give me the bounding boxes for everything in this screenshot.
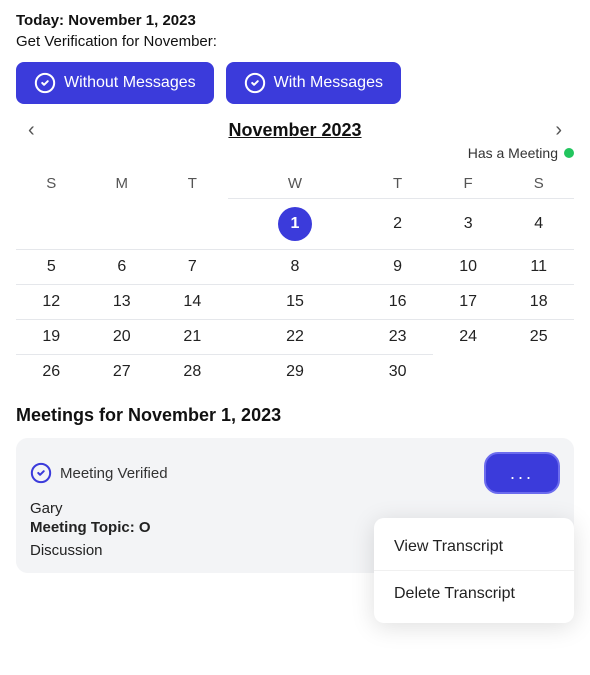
calendar-day-cell [87, 199, 158, 250]
calendar-day-cell[interactable]: 21 [157, 320, 228, 355]
calendar-day-cell[interactable]: 7 [157, 250, 228, 285]
weekday-header-cell: M [87, 169, 158, 199]
today-label: Today: November 1, 2023 [16, 12, 574, 29]
today-date: November 1, 2023 [68, 12, 196, 29]
today-day-highlight: 1 [278, 207, 312, 241]
topic-value: O [139, 519, 151, 536]
next-month-button[interactable]: › [543, 115, 574, 146]
meeting-card-area: Meeting Verified ... Gary Meeting Topic:… [16, 438, 574, 573]
options-button[interactable]: ... [484, 452, 560, 494]
calendar-day-cell[interactable]: 16 [362, 285, 433, 320]
calendar-day-cell[interactable]: 27 [87, 355, 158, 390]
meeting-indicator-dot [564, 148, 574, 158]
calendar-day-cell[interactable]: 8 [228, 250, 363, 285]
calendar-day-cell[interactable]: 18 [503, 285, 574, 320]
verified-label: Meeting Verified [60, 465, 168, 482]
calendar-day-cell[interactable]: 9 [362, 250, 433, 285]
topic-prefix: Meeting Topic: [30, 519, 139, 536]
calendar-day-cell[interactable]: 14 [157, 285, 228, 320]
without-messages-button[interactable]: Without Messages [16, 62, 214, 104]
top-section: Today: November 1, 2023 Get Verification… [0, 0, 590, 104]
meetings-section: Meetings for November 1, 2023 Meeting Ve… [0, 389, 590, 573]
card-top-row: Meeting Verified ... [30, 452, 560, 494]
calendar-day-cell[interactable]: 28 [157, 355, 228, 390]
weekday-header-cell: S [503, 169, 574, 199]
dropdown-item[interactable]: Delete Transcript [374, 571, 574, 617]
calendar-day-cell[interactable]: 26 [16, 355, 87, 390]
meeting-name: Gary [30, 500, 560, 517]
meetings-title: Meetings for November 1, 2023 [16, 405, 574, 426]
calendar-day-cell[interactable]: 11 [503, 250, 574, 285]
verify-label: Get Verification for November: [16, 33, 574, 50]
calendar-week-row: 12131415161718 [16, 285, 574, 320]
calendar-week-row: 2627282930 [16, 355, 574, 390]
without-messages-label: Without Messages [64, 74, 196, 92]
calendar-day-cell[interactable]: 10 [433, 250, 504, 285]
calendar-month-title: November 2023 [228, 120, 361, 141]
calendar-week-row: 567891011 [16, 250, 574, 285]
calendar-day-cell[interactable]: 13 [87, 285, 158, 320]
calendar-day-cell[interactable]: 6 [87, 250, 158, 285]
weekday-header-cell: S [16, 169, 87, 199]
calendar-section: ‹ November 2023 › Has a Meeting SMTWTFS … [0, 120, 590, 389]
calendar-nav: ‹ November 2023 › [16, 120, 574, 141]
with-messages-button[interactable]: With Messages [226, 62, 401, 104]
weekday-header-cell: F [433, 169, 504, 199]
dropdown-menu: View TranscriptDelete Transcript [374, 518, 574, 623]
weekday-header-cell: T [362, 169, 433, 199]
calendar-grid: SMTWTFS 12345678910111213141516171819202… [16, 169, 574, 389]
weekday-header-cell: T [157, 169, 228, 199]
check-circle-icon-2 [244, 72, 266, 94]
with-messages-label: With Messages [274, 74, 383, 92]
prev-month-button[interactable]: ‹ [16, 115, 47, 146]
calendar-day-cell[interactable]: 15 [228, 285, 363, 320]
verified-icon [30, 462, 52, 484]
calendar-week-row: 19202122232425 [16, 320, 574, 355]
calendar-day-cell[interactable]: 3 [433, 199, 504, 250]
calendar-week-row: 1 234 [16, 199, 574, 250]
calendar-day-cell[interactable]: 5 [16, 250, 87, 285]
calendar-day-cell [433, 355, 504, 390]
has-meeting-row: Has a Meeting [16, 145, 574, 161]
calendar-day-cell[interactable]: 2 [362, 199, 433, 250]
today-prefix: Today: [16, 12, 68, 29]
calendar-day-cell [503, 355, 574, 390]
calendar-day-cell[interactable]: 25 [503, 320, 574, 355]
calendar-day-cell[interactable]: 20 [87, 320, 158, 355]
calendar-day-cell[interactable]: 1 [228, 199, 363, 250]
calendar-day-cell[interactable]: 29 [228, 355, 363, 390]
dropdown-item[interactable]: View Transcript [374, 524, 574, 571]
calendar-day-cell[interactable]: 12 [16, 285, 87, 320]
check-circle-icon [34, 72, 56, 94]
calendar-day-cell[interactable]: 4 [503, 199, 574, 250]
button-row: Without Messages With Messages [16, 62, 574, 104]
weekday-header-cell: W [228, 169, 363, 199]
calendar-day-cell[interactable]: 24 [433, 320, 504, 355]
verified-row: Meeting Verified [30, 462, 168, 484]
calendar-day-cell [16, 199, 87, 250]
calendar-day-cell[interactable]: 19 [16, 320, 87, 355]
calendar-day-cell [157, 199, 228, 250]
calendar-day-cell[interactable]: 30 [362, 355, 433, 390]
calendar-day-cell[interactable]: 17 [433, 285, 504, 320]
calendar-day-cell[interactable]: 23 [362, 320, 433, 355]
calendar-day-cell[interactable]: 22 [228, 320, 363, 355]
has-meeting-label: Has a Meeting [468, 145, 558, 161]
